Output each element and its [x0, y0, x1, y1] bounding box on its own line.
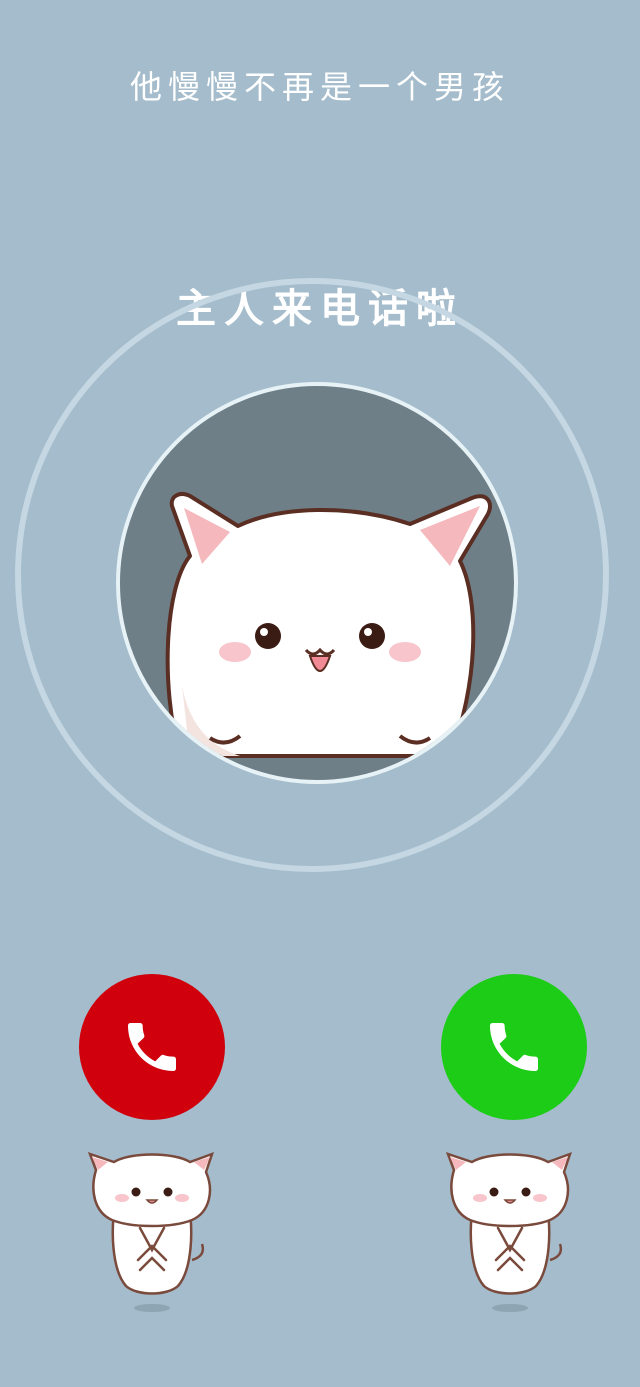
- caption-text: 他慢慢不再是一个男孩: [129, 68, 510, 106]
- mini-cat-right-illustration: [445, 1151, 573, 1312]
- cat-face-illustration: [165, 492, 492, 758]
- phone-icon: [128, 1023, 176, 1071]
- accept-call-button[interactable]: [441, 974, 587, 1120]
- mini-cat-left-illustration: [87, 1151, 215, 1312]
- caller-avatar: [116, 382, 518, 784]
- phone-icon: [490, 1023, 538, 1071]
- decline-call-button[interactable]: [79, 974, 225, 1120]
